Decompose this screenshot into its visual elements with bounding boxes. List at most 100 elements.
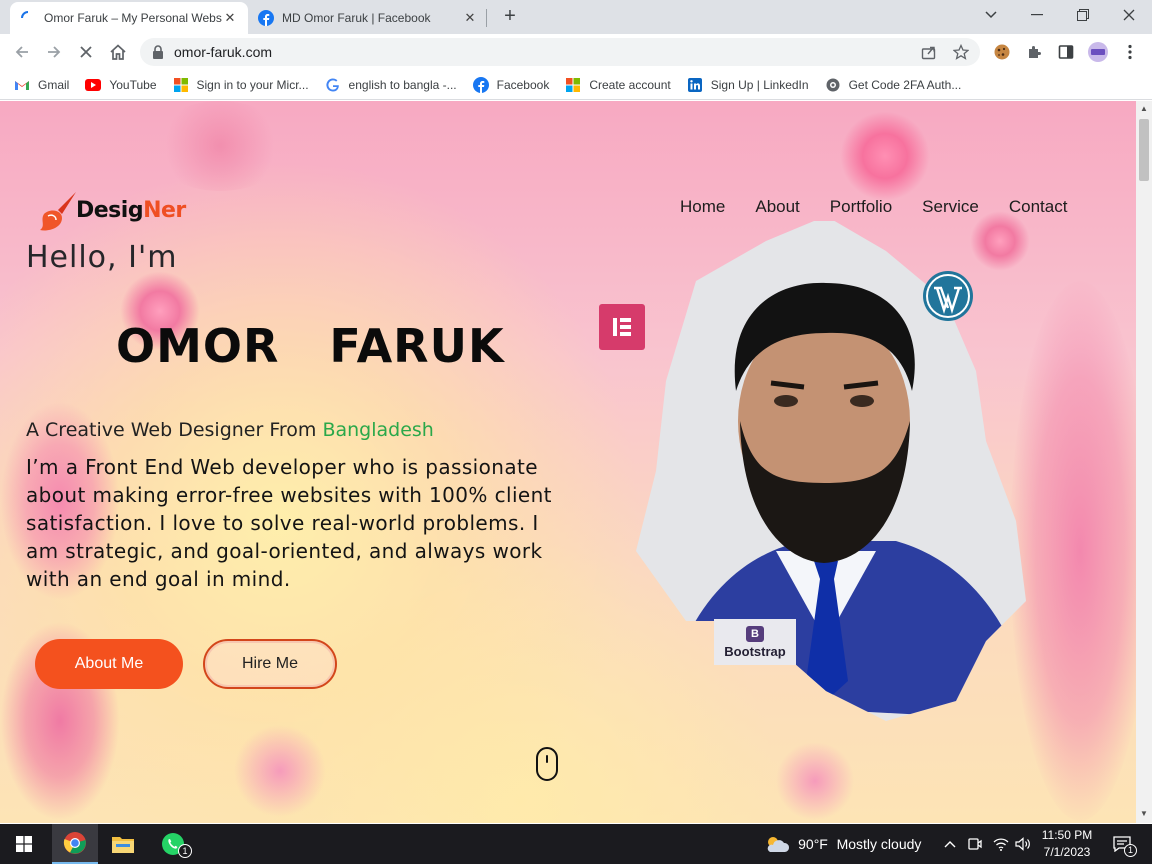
scroll-up-arrow-icon[interactable]: ▲: [1140, 104, 1148, 113]
bookmark-2fa[interactable]: Get Code 2FA Auth...: [825, 77, 961, 93]
bookmark-facebook[interactable]: Facebook: [472, 76, 550, 93]
extensions-puzzle-icon[interactable]: [1022, 40, 1046, 64]
tab-title: MD Omor Faruk | Facebook: [282, 11, 431, 25]
bookmark-label: Sign Up | LinkedIn: [710, 77, 809, 92]
page-viewport[interactable]: DesigNer Home About Portfolio Service Co…: [0, 101, 1136, 823]
notification-center-icon[interactable]: 1: [1106, 824, 1138, 864]
forward-icon[interactable]: [42, 40, 66, 64]
bookmark-label: english to bangla -...: [348, 77, 457, 92]
bookmark-microsoft-signin[interactable]: Sign in to your Micr...: [173, 77, 309, 93]
tab-facebook[interactable]: MD Omor Faruk | Facebook ✕: [248, 2, 488, 34]
clock-date: 7/1/2023: [1043, 845, 1091, 859]
bookmark-label: Facebook: [496, 77, 550, 92]
hero-greeting: Hello, I'm: [26, 240, 178, 275]
logo-part-design: Desig: [76, 197, 144, 223]
nav-home[interactable]: Home: [680, 197, 725, 217]
bookmark-label: YouTube: [109, 77, 157, 92]
tab-close-icon[interactable]: ✕: [222, 10, 238, 26]
paintbrush-logo-icon: [36, 190, 76, 231]
tab-search-icon[interactable]: [968, 0, 1014, 30]
windows-start-icon[interactable]: [0, 824, 48, 864]
bookmark-create-account[interactable]: Create account: [565, 77, 671, 93]
wifi-icon[interactable]: [990, 824, 1012, 864]
loading-spinner-icon: [20, 10, 36, 26]
site-logo[interactable]: DesigNer: [36, 185, 196, 235]
bookmark-label: Sign in to your Micr...: [196, 77, 309, 92]
new-tab-button[interactable]: +: [498, 5, 522, 29]
clock-time: 11:50 PM: [1041, 828, 1093, 842]
menu-kebab-icon[interactable]: [1118, 40, 1142, 64]
about-me-button[interactable]: About Me: [35, 639, 183, 689]
facebook-icon: [258, 10, 274, 26]
bookmark-google-translate[interactable]: english to bangla -...: [325, 77, 457, 93]
bookmark-star-icon[interactable]: [952, 44, 970, 60]
wordpress-icon: [923, 271, 973, 321]
minimize-icon[interactable]: [1014, 0, 1060, 30]
close-window-icon[interactable]: [1106, 0, 1152, 30]
tab-divider: [486, 9, 487, 27]
home-icon[interactable]: [106, 40, 130, 64]
file-explorer-icon[interactable]: [100, 824, 146, 864]
bookmarks-bar: Gmail YouTube Sign in to your Micr... en…: [0, 70, 1152, 100]
tab-title: Omor Faruk – My Personal Websi: [44, 11, 222, 25]
linkedin-icon: [687, 77, 703, 93]
weather-condition[interactable]: Mostly cloudy: [834, 824, 924, 864]
hire-me-button[interactable]: Hire Me: [203, 639, 337, 689]
logo-wordmark: DesigNer: [76, 198, 186, 223]
share-icon[interactable]: [920, 44, 938, 60]
elementor-icon: [599, 304, 645, 350]
nav-about[interactable]: About: [755, 197, 799, 217]
restore-icon[interactable]: [1060, 0, 1106, 30]
volume-icon[interactable]: [1012, 824, 1034, 864]
back-icon[interactable]: [10, 40, 34, 64]
bootstrap-badge: B Bootstrap: [714, 619, 796, 665]
whatsapp-badge: 1: [178, 844, 192, 858]
stop-loading-icon[interactable]: [74, 40, 98, 64]
side-panel-icon[interactable]: [1054, 40, 1078, 64]
authenticator-icon: [825, 77, 841, 93]
show-hidden-icons-chevron-icon[interactable]: [940, 824, 960, 864]
weather-cloud-icon[interactable]: [764, 824, 790, 864]
nav-service[interactable]: Service: [922, 197, 979, 217]
chrome-taskbar-icon[interactable]: [52, 824, 98, 864]
nav-portfolio[interactable]: Portfolio: [830, 197, 892, 217]
bookmark-label: Create account: [589, 77, 671, 92]
bookmark-gmail[interactable]: Gmail: [14, 77, 69, 93]
windows-taskbar: 1 90°F Mostly cloudy 11:50 PM 7/1/2023 1: [0, 824, 1152, 864]
bookmark-label: Gmail: [38, 77, 70, 92]
weather-temp[interactable]: 90°F: [796, 824, 830, 864]
profile-avatar-icon[interactable]: [1086, 40, 1110, 64]
whatsapp-icon[interactable]: 1: [150, 824, 196, 864]
main-nav: Home About Portfolio Service Contact: [680, 197, 1097, 217]
microsoft-icon: [565, 77, 581, 93]
bootstrap-label: Bootstrap: [724, 643, 786, 659]
logo-part-ner: Ner: [143, 197, 186, 223]
google-icon: [325, 77, 341, 93]
cookie-extension-icon[interactable]: [990, 40, 1014, 64]
hero-name: OMOR FARUK: [116, 319, 505, 373]
tagline-country: Bangladesh: [322, 419, 434, 441]
notification-badge: 1: [1124, 844, 1137, 857]
tab-omor-faruk[interactable]: Omor Faruk – My Personal Websi ✕: [10, 2, 248, 34]
browser-toolbar: omor-faruk.com: [0, 34, 1152, 70]
bookmark-linkedin[interactable]: Sign Up | LinkedIn: [687, 77, 809, 93]
facebook-icon: [472, 76, 489, 93]
scrollbar-thumb[interactable]: [1139, 119, 1149, 181]
taskbar-clock[interactable]: 11:50 PM 7/1/2023: [1036, 827, 1098, 861]
tab-strip: Omor Faruk – My Personal Websi ✕ MD Omor…: [0, 0, 1152, 34]
lock-icon[interactable]: [152, 45, 166, 59]
tab-close-icon[interactable]: ✕: [462, 10, 478, 26]
gmail-icon: [14, 77, 30, 93]
meet-now-icon[interactable]: [964, 824, 986, 864]
scroll-down-mouse-icon[interactable]: [536, 747, 558, 781]
hero-bio: I’m a Front End Web developer who is pas…: [26, 455, 552, 591]
microsoft-icon: [173, 77, 189, 93]
url-text: omor-faruk.com: [174, 44, 273, 60]
scroll-down-arrow-icon[interactable]: ▼: [1140, 809, 1148, 818]
nav-contact[interactable]: Contact: [1009, 197, 1068, 217]
address-bar[interactable]: omor-faruk.com: [140, 38, 980, 66]
hero-tagline: A Creative Web Designer From Bangladesh: [26, 419, 434, 441]
page-scrollbar[interactable]: ▲ ▼: [1136, 101, 1152, 823]
bootstrap-icon: B: [746, 625, 764, 642]
bookmark-youtube[interactable]: YouTube: [85, 77, 157, 93]
